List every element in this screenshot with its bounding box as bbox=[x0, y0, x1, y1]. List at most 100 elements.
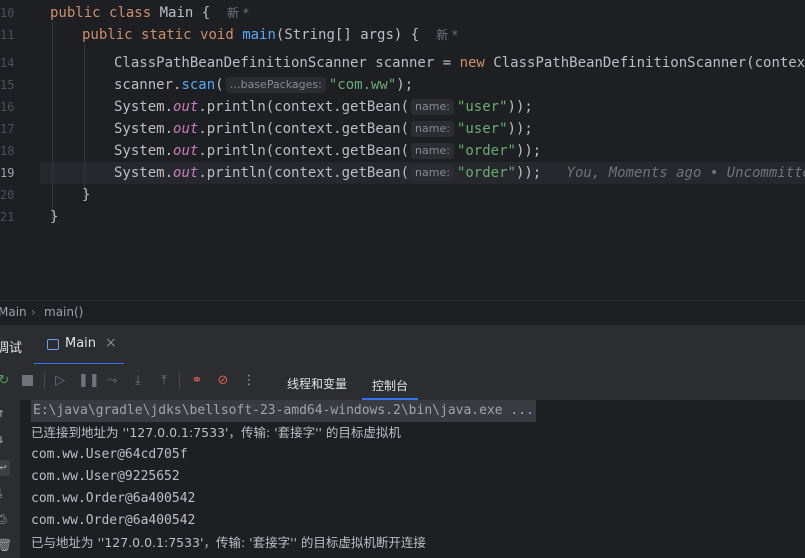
more-icon[interactable]: ⋮ bbox=[241, 373, 257, 389]
indent-guide bbox=[84, 44, 85, 198]
string-literal: "user" bbox=[456, 121, 508, 137]
console-side-toolbar: ↑ ↓ ↩ ⤓ ⎙ 🗑 bbox=[0, 400, 20, 558]
tab-console[interactable]: 控制台 bbox=[362, 364, 419, 400]
code-line: public class Main { 新 * bbox=[50, 2, 249, 24]
code-text: System. bbox=[114, 143, 174, 159]
debug-tool-window-header: 调试 Main × bbox=[0, 324, 805, 365]
method-name: main bbox=[242, 27, 276, 43]
console-line: com.ww.User@64cd705f bbox=[31, 447, 188, 462]
code-text: )); bbox=[515, 143, 542, 159]
string-literal: "order" bbox=[456, 143, 516, 159]
class-name: Main bbox=[159, 5, 194, 21]
console-line: 已连接到地址为 ''127.0.0.1:7533'，传输: '套接字'' 的目标… bbox=[31, 425, 401, 440]
breadcrumb-separator: › bbox=[31, 305, 36, 319]
code-text: ClassPathBeanDefinitionScanner scanner = bbox=[114, 55, 460, 71]
line-number: 10 bbox=[0, 6, 15, 20]
static-field: out bbox=[173, 121, 199, 137]
code-text: .println(context.getBean( bbox=[198, 99, 410, 115]
code-text: )); bbox=[507, 121, 533, 137]
keyword: class bbox=[109, 5, 152, 21]
code-text: System. bbox=[114, 165, 174, 181]
params: (String[] args) { bbox=[275, 27, 420, 43]
keyword: new bbox=[459, 55, 485, 71]
code-text: ( bbox=[215, 77, 224, 93]
tool-window-title: 调试 bbox=[0, 341, 23, 356]
code-line: System.out.println(context.getBean(name:… bbox=[114, 96, 533, 118]
code-text: ClassPathBeanDefinitionScanner(context); bbox=[484, 55, 805, 71]
static-field: out bbox=[173, 165, 199, 181]
line-number: 19 bbox=[0, 166, 15, 180]
brace: { bbox=[193, 5, 211, 21]
console-line: com.ww.Order@6a400542 bbox=[31, 491, 196, 506]
code-text: .println(context.getBean( bbox=[198, 165, 410, 181]
line-number: 11 bbox=[0, 28, 15, 42]
static-field: out bbox=[173, 143, 199, 159]
rerun-icon[interactable]: ↻ bbox=[0, 373, 12, 389]
scroll-up-icon[interactable]: ↑ bbox=[0, 406, 5, 421]
pause-icon[interactable]: ❚❚ bbox=[78, 373, 100, 389]
code-line: } bbox=[50, 209, 59, 225]
soft-wrap-icon[interactable]: ↩ bbox=[0, 460, 10, 476]
line-number: 15 bbox=[0, 78, 15, 92]
code-line: } bbox=[82, 187, 91, 203]
breadcrumb-method[interactable]: main() bbox=[44, 305, 83, 319]
tab-main[interactable]: Main × bbox=[34, 325, 124, 365]
string-literal: "user" bbox=[456, 99, 508, 115]
mute-breakpoints-icon[interactable]: ⊘ bbox=[215, 373, 231, 389]
line-number: 17 bbox=[0, 122, 15, 136]
inline-blame[interactable]: You, Moments ago • Uncommitted ch bbox=[567, 165, 805, 181]
code-line: scanner.scan(…basePackages: "com.ww"); bbox=[114, 74, 413, 96]
parameter-hint: name: bbox=[411, 99, 454, 115]
line-number: 21 bbox=[0, 210, 15, 224]
console-command-line[interactable]: E:\java\gradle\jdks\bellsoft-23-amd64-wi… bbox=[31, 400, 536, 422]
code-text: .println(context.getBean( bbox=[198, 143, 410, 159]
toolbar-divider bbox=[44, 372, 45, 390]
author-meta[interactable]: 新 * bbox=[436, 28, 458, 42]
code-text: System. bbox=[114, 99, 174, 115]
code-text: )); bbox=[515, 165, 542, 181]
tab-threads-variables[interactable]: 线程和变量 bbox=[287, 375, 347, 392]
debug-toolbar: ↻ ▷ ❚❚ ⤳ ⤓ ⤒ ⚭ ⊘ ⋮ 线程和变量 控制台 bbox=[0, 364, 805, 400]
keyword: void bbox=[200, 27, 234, 43]
code-line: System.out.println(context.getBean(name:… bbox=[114, 140, 541, 162]
code-text: scanner. bbox=[114, 77, 182, 93]
string-literal: "com.ww" bbox=[328, 77, 397, 93]
tab-console-label: 控制台 bbox=[372, 379, 409, 393]
step-out-icon[interactable]: ⤒ bbox=[156, 373, 172, 389]
line-number-gutter: 10 11 14 15 16 17 18 19 20 21 bbox=[0, 0, 40, 300]
string-literal: "order" bbox=[456, 165, 516, 181]
code-line: System.out.println(context.getBean(name:… bbox=[114, 162, 805, 184]
window-icon bbox=[47, 339, 59, 350]
scroll-down-icon[interactable]: ↓ bbox=[0, 432, 5, 447]
parameter-hint: name: bbox=[411, 121, 454, 137]
keyword: public bbox=[82, 27, 133, 43]
parameter-hint: name: bbox=[411, 165, 454, 181]
view-breakpoints-icon[interactable]: ⚭ bbox=[189, 373, 205, 389]
keyword: static bbox=[141, 27, 192, 43]
print-icon[interactable]: ⎙ bbox=[0, 512, 7, 527]
trash-icon[interactable]: 🗑 bbox=[0, 538, 12, 552]
code-text: ); bbox=[396, 77, 414, 93]
line-number: 14 bbox=[0, 56, 15, 70]
breadcrumb: Main › main() bbox=[0, 300, 805, 325]
step-into-icon[interactable]: ⤓ bbox=[130, 373, 146, 389]
line-number: 18 bbox=[0, 144, 15, 158]
close-icon[interactable]: × bbox=[105, 335, 117, 351]
indent-guide bbox=[52, 22, 53, 220]
toolbar-divider bbox=[179, 372, 180, 390]
code-line: ClassPathBeanDefinitionScanner scanner =… bbox=[114, 52, 805, 74]
scroll-end-icon[interactable]: ⤓ bbox=[0, 486, 3, 501]
resume-icon[interactable]: ▷ bbox=[52, 373, 68, 389]
step-over-icon[interactable]: ⤳ bbox=[104, 373, 120, 389]
stop-icon[interactable] bbox=[19, 373, 35, 389]
breadcrumb-class[interactable]: Main bbox=[0, 305, 27, 319]
tab-label: Main bbox=[65, 336, 97, 351]
console-line: com.ww.Order@6a400542 bbox=[31, 513, 196, 528]
line-number: 20 bbox=[0, 188, 15, 202]
method-name: scan bbox=[181, 77, 216, 93]
parameter-hint: name: bbox=[411, 143, 454, 159]
author-meta[interactable]: 新 * bbox=[227, 6, 249, 20]
code-line: public static void main(String[] args) {… bbox=[82, 24, 458, 46]
console-output[interactable]: E:\java\gradle\jdks\bellsoft-23-amd64-wi… bbox=[20, 400, 805, 558]
code-editor[interactable]: 10 11 14 15 16 17 18 19 20 21 public cla… bbox=[0, 0, 805, 300]
